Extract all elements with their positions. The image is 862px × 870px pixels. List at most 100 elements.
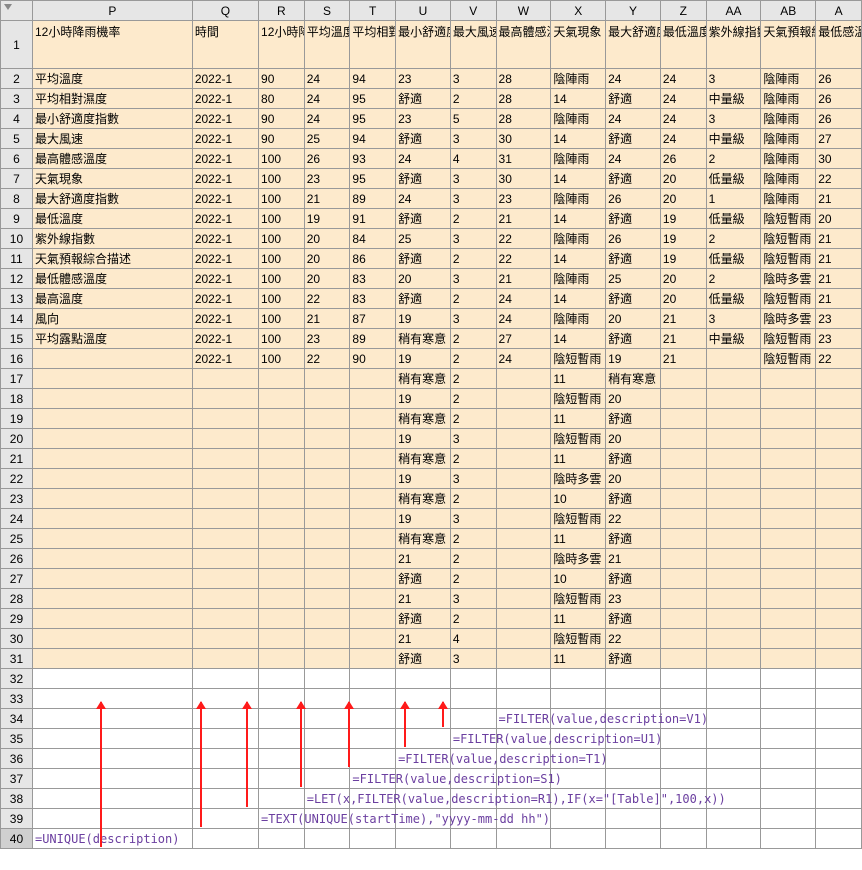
cell[interactable] [761, 489, 816, 509]
cell[interactable]: 陰短暫雨 [551, 429, 606, 449]
cell[interactable]: 22 [606, 509, 661, 529]
cell[interactable]: 舒適 [606, 649, 661, 669]
cell[interactable] [761, 569, 816, 589]
cell[interactable]: 100 [259, 289, 305, 309]
cell[interactable]: 3 [450, 469, 496, 489]
cell[interactable]: 2 [450, 289, 496, 309]
cell[interactable] [259, 729, 305, 749]
cell[interactable]: 100 [259, 189, 305, 209]
cell[interactable] [192, 509, 258, 529]
cell[interactable] [660, 629, 706, 649]
cell[interactable] [304, 429, 350, 449]
cell[interactable] [304, 409, 350, 429]
cell[interactable]: 20 [396, 269, 451, 289]
cell[interactable]: 21 [496, 269, 551, 289]
cell[interactable]: 19 [396, 309, 451, 329]
cell[interactable] [660, 549, 706, 569]
cell[interactable] [496, 389, 551, 409]
cell[interactable]: 舒適 [396, 569, 451, 589]
cell[interactable] [32, 749, 192, 769]
cell[interactable]: 舒適 [606, 569, 661, 589]
cell[interactable] [660, 669, 706, 689]
cell[interactable] [32, 729, 192, 749]
cell[interactable]: 舒適 [396, 129, 451, 149]
cell[interactable]: 陰短暫雨 [761, 209, 816, 229]
cell[interactable]: 21 [660, 329, 706, 349]
cell[interactable]: 陰陣雨 [761, 109, 816, 129]
cell[interactable] [259, 409, 305, 429]
cell[interactable] [706, 829, 761, 849]
cell[interactable] [350, 829, 396, 849]
cell[interactable] [706, 649, 761, 669]
cell[interactable] [706, 629, 761, 649]
col-header-V[interactable]: V [450, 1, 496, 21]
col-header-AA[interactable]: AA [706, 1, 761, 21]
cell[interactable] [192, 449, 258, 469]
cell[interactable] [706, 589, 761, 609]
cell[interactable]: 3 [450, 69, 496, 89]
cell[interactable] [396, 669, 451, 689]
cell[interactable] [496, 649, 551, 669]
cell[interactable]: 19 [396, 469, 451, 489]
cell[interactable]: 陰短暫雨 [551, 629, 606, 649]
cell[interactable]: 2 [450, 389, 496, 409]
cell[interactable]: 26 [606, 229, 661, 249]
cell[interactable] [192, 729, 258, 749]
cell[interactable] [706, 689, 761, 709]
spreadsheet-grid[interactable]: PQRSTUVWXYZAAABA 112小時降雨機率時間12小時降雨機率平均溫度… [0, 0, 862, 849]
cell[interactable] [761, 609, 816, 629]
cell[interactable] [496, 629, 551, 649]
cell[interactable]: 2022-1 [192, 149, 258, 169]
cell[interactable]: 19 [304, 209, 350, 229]
cell[interactable] [496, 589, 551, 609]
cell[interactable]: 20 [606, 309, 661, 329]
cell[interactable]: 14 [551, 289, 606, 309]
cell[interactable] [706, 609, 761, 629]
cell[interactable] [761, 509, 816, 529]
cell[interactable]: 舒適 [606, 329, 661, 349]
cell[interactable] [259, 589, 305, 609]
col-header-Q[interactable]: Q [192, 1, 258, 21]
cell[interactable]: 11 [551, 529, 606, 549]
cell[interactable]: 2022-1 [192, 89, 258, 109]
cell[interactable] [551, 829, 606, 849]
cell[interactable]: 21 [660, 349, 706, 369]
cell[interactable]: 19 [396, 509, 451, 529]
cell[interactable]: 22 [496, 249, 551, 269]
cell[interactable]: 19 [660, 249, 706, 269]
cell[interactable]: 2 [450, 489, 496, 509]
cell[interactable]: 23 [496, 189, 551, 209]
cell[interactable] [660, 489, 706, 509]
cell[interactable]: 24 [304, 109, 350, 129]
row-header-1[interactable]: 1 [1, 21, 33, 69]
cell[interactable]: 舒適 [396, 649, 451, 669]
cell[interactable] [192, 589, 258, 609]
cell[interactable]: 5 [450, 109, 496, 129]
cell[interactable] [706, 349, 761, 369]
cell[interactable] [304, 589, 350, 609]
cell[interactable] [192, 669, 258, 689]
cell[interactable]: 紫外線指數 [706, 21, 761, 69]
cell[interactable] [192, 629, 258, 649]
cell[interactable]: 3 [450, 129, 496, 149]
cell[interactable] [816, 429, 862, 449]
row-header-21[interactable]: 21 [1, 449, 33, 469]
cell[interactable]: 舒適 [396, 169, 451, 189]
cell[interactable]: 3 [706, 69, 761, 89]
cell[interactable]: 4 [450, 629, 496, 649]
cell[interactable]: 20 [304, 249, 350, 269]
cell[interactable] [304, 769, 350, 789]
cell[interactable] [706, 709, 761, 729]
cell[interactable] [660, 749, 706, 769]
cell[interactable] [259, 569, 305, 589]
cell[interactable]: 最小舒適度指數 [396, 21, 451, 69]
cell[interactable]: 87 [350, 309, 396, 329]
cell[interactable] [761, 529, 816, 549]
cell[interactable]: 陰短暫雨 [761, 229, 816, 249]
cell[interactable] [496, 549, 551, 569]
cell[interactable]: 24 [660, 69, 706, 89]
cell[interactable]: 低量級 [706, 289, 761, 309]
cell[interactable] [761, 429, 816, 449]
cell[interactable] [350, 409, 396, 429]
cell[interactable] [192, 469, 258, 489]
